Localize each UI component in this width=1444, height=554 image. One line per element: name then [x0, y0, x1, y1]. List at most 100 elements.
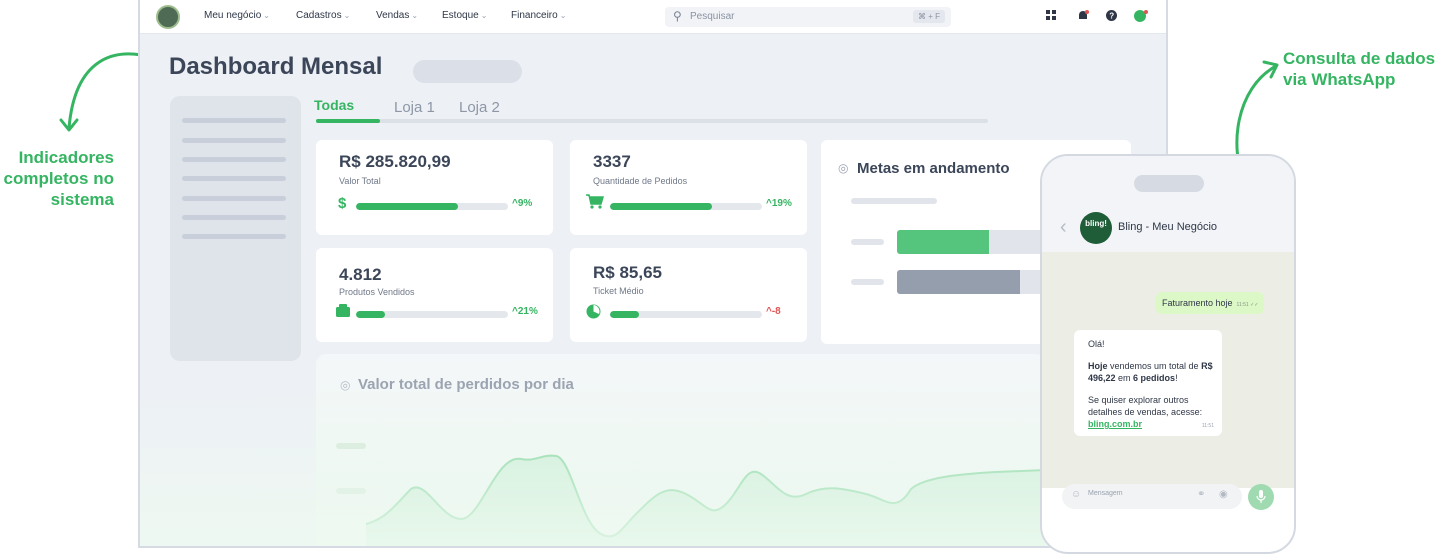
sidebar-placeholder: [170, 96, 301, 361]
outgoing-message: Faturamento hoje 11:51 ✓✓: [1156, 292, 1265, 314]
sidebar-line: [182, 176, 286, 181]
contact-name: Bling - Meu Negócio: [1118, 221, 1218, 233]
page-title: Dashboard Mensal: [169, 53, 383, 80]
menu-label: Meu negócio: [204, 10, 262, 21]
chevron-down-icon: ⌄: [343, 11, 351, 20]
kpi-value: 4.812: [339, 265, 382, 284]
kpi-change: ^-8: [766, 306, 781, 317]
emoji-icon[interactable]: ☺: [1071, 489, 1081, 500]
box-icon: [336, 304, 350, 321]
chevron-down-icon: ⌄: [263, 11, 270, 20]
kpi-change-value: 9%: [517, 198, 533, 209]
svg-text:?: ?: [1109, 12, 1114, 21]
kpi-progress-fill: [610, 311, 639, 318]
search-icon: ⚲: [673, 9, 682, 23]
bling-logo: bling!: [1080, 212, 1112, 244]
kpi-change-value: 19%: [771, 198, 792, 209]
chevron-down-icon: ⌄: [559, 11, 567, 20]
menu-meu-negocio[interactable]: Meu negócio ⌄: [204, 10, 270, 21]
meta-bar-fill: [897, 270, 1020, 294]
bell-icon[interactable]: [1077, 10, 1089, 25]
kpi-card-produtos-vendidos: 4.812 Produtos Vendidos ^21%: [316, 248, 553, 342]
status-user-icon[interactable]: [1134, 10, 1148, 25]
menu-financeiro[interactable]: Financeiro ⌄: [511, 10, 566, 21]
search-shortcut: ⌘ + F: [912, 10, 945, 23]
chevron-down-icon: ⌄: [411, 11, 419, 20]
kpi-value: R$ 285.820,99: [339, 152, 451, 171]
metas-placeholder-line: [851, 279, 884, 285]
message-input[interactable]: ☺ Mensagem ⚭ ◉: [1062, 484, 1242, 509]
avatar[interactable]: [156, 5, 180, 29]
message-text: !: [1175, 373, 1178, 383]
menu-cadastros[interactable]: Cadastros ⌄: [296, 10, 350, 21]
attach-icon[interactable]: ⚭: [1197, 489, 1205, 500]
annotation-line: via WhatsApp: [1283, 70, 1396, 89]
apps-grid-icon[interactable]: [1046, 10, 1056, 23]
search-input[interactable]: ⚲ Pesquisar ⌘ + F: [665, 7, 951, 27]
kpi-card-ticket-medio: R$ 85,65 Ticket Médio ^-8: [570, 248, 807, 342]
kpi-progress: [356, 311, 508, 318]
message-placeholder: Mensagem: [1088, 490, 1123, 497]
sidebar-line: [182, 157, 286, 162]
tab-track: [316, 119, 988, 123]
sidebar-line: [182, 118, 286, 123]
message-orders: 6 pedidos: [1133, 373, 1176, 383]
sidebar-line: [182, 138, 286, 143]
message-text: Faturamento hoje: [1162, 298, 1233, 308]
kpi-value: 3337: [593, 152, 631, 171]
camera-icon[interactable]: ◉: [1219, 489, 1228, 500]
menu-label: Estoque: [442, 10, 479, 21]
menu-estoque[interactable]: Estoque ⌄: [442, 10, 487, 21]
sidebar-line: [182, 196, 286, 201]
tab-active-indicator: [316, 119, 380, 123]
message-link[interactable]: bling.com.br: [1088, 418, 1214, 430]
help-icon[interactable]: ?: [1106, 10, 1117, 24]
menu-label: Vendas: [376, 10, 410, 21]
annotation-line: Consulta de dados: [1283, 49, 1436, 68]
message-summary: Hoje vendemos um total de R$ 496,22 em 6…: [1088, 360, 1214, 384]
message-time: 11:51: [1201, 423, 1214, 429]
annotation-indicators: Indicadores completos no sistema: [0, 147, 114, 210]
kpi-progress: [610, 311, 762, 318]
period-selector-placeholder[interactable]: [413, 60, 522, 83]
dollar-icon: $: [338, 195, 347, 212]
kpi-label: Quantidade de Pedidos: [593, 176, 688, 186]
app-window: Meu negócio ⌄ Cadastros ⌄ Vendas ⌄ Estoque ⌄…: [138, 0, 1168, 548]
kpi-change: ^9%: [512, 198, 532, 209]
kpi-change-value: 21%: [517, 306, 538, 317]
incoming-message: Olá! Hoje vendemos um total de R$ 496,22…: [1074, 330, 1222, 436]
kpi-label: Valor Total: [339, 176, 381, 186]
kpi-change-value: -8: [771, 306, 781, 317]
menu-vendas[interactable]: Vendas ⌄: [376, 10, 418, 21]
message-greeting: Olá!: [1088, 339, 1105, 349]
message-text: em: [1115, 373, 1134, 383]
kpi-progress-fill: [610, 203, 712, 210]
kpi-card-valor-total: R$ 285.820,99 Valor Total $ ^9%: [316, 140, 553, 235]
message-text: Se quiser explorar outros detalhes de ve…: [1088, 395, 1203, 417]
annotation-line: completos no: [3, 169, 114, 188]
tab-loja-2[interactable]: Loja 2: [459, 99, 500, 116]
back-arrow-icon[interactable]: ‹: [1060, 216, 1067, 239]
whatsapp-header: ‹ bling! Bling - Meu Negócio: [1042, 156, 1294, 252]
metas-title: Metas em andamento: [857, 160, 1010, 177]
tab-todas[interactable]: Todas: [314, 97, 354, 113]
menu-label: Financeiro: [511, 10, 558, 21]
metas-placeholder-line: [851, 239, 884, 245]
message-time: 11:51 ✓✓: [1236, 302, 1259, 308]
kpi-card-quantidade-pedidos: 3337 Quantidade de Pedidos ^19%: [570, 140, 807, 235]
kpi-progress: [610, 203, 762, 210]
phone-mockup: ‹ bling! Bling - Meu Negócio Faturamento…: [1040, 154, 1296, 554]
top-navigation: Meu negócio ⌄ Cadastros ⌄ Vendas ⌄ Estoque ⌄…: [140, 0, 1166, 34]
tab-loja-1[interactable]: Loja 1: [394, 99, 435, 116]
kpi-change: ^19%: [766, 198, 792, 209]
bottom-fade-overlay: [140, 380, 1166, 546]
sidebar-line: [182, 234, 286, 239]
chat-area: Faturamento hoje 11:51 ✓✓ Olá! Hoje vende…: [1042, 252, 1294, 488]
cart-icon: [586, 194, 604, 213]
search-placeholder: Pesquisar: [690, 11, 735, 22]
message-text: vendemos um total de: [1107, 361, 1202, 371]
kpi-label: Produtos Vendidos: [339, 287, 415, 297]
target-icon: ◎: [838, 161, 849, 175]
meta-bar-fill: [897, 230, 989, 254]
microphone-icon[interactable]: [1248, 484, 1274, 510]
